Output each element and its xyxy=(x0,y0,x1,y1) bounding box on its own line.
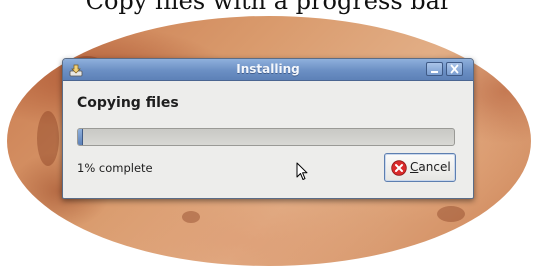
cancel-label-rest: ancel xyxy=(418,160,451,174)
wallpaper-stain xyxy=(182,211,200,223)
close-icon xyxy=(450,64,459,74)
installing-dialog: Installing Copying files 1% complete Can… xyxy=(62,58,474,199)
cancel-icon xyxy=(391,160,407,176)
cancel-button-label: Cancel xyxy=(410,160,451,174)
dialog-body: Copying files 1% complete Cancel xyxy=(63,81,473,198)
cancel-button[interactable]: Cancel xyxy=(384,153,456,182)
wallpaper-stain xyxy=(437,206,465,222)
screenshot-stage: Copy files with a progress bar Installin… xyxy=(0,0,537,266)
wallpaper-stain xyxy=(37,111,59,166)
minimize-icon xyxy=(431,71,438,73)
progress-bar xyxy=(77,128,455,146)
window-title: Installing xyxy=(236,62,300,76)
minimize-button[interactable] xyxy=(426,62,443,76)
titlebar[interactable]: Installing xyxy=(63,59,473,81)
cropped-caption: Copy files with a progress bar xyxy=(85,0,452,15)
mouse-pointer-icon xyxy=(296,162,308,180)
close-button[interactable] xyxy=(446,62,463,76)
dialog-heading: Copying files xyxy=(77,95,179,111)
progress-fill xyxy=(78,129,83,145)
progress-status: 1% complete xyxy=(77,161,153,175)
